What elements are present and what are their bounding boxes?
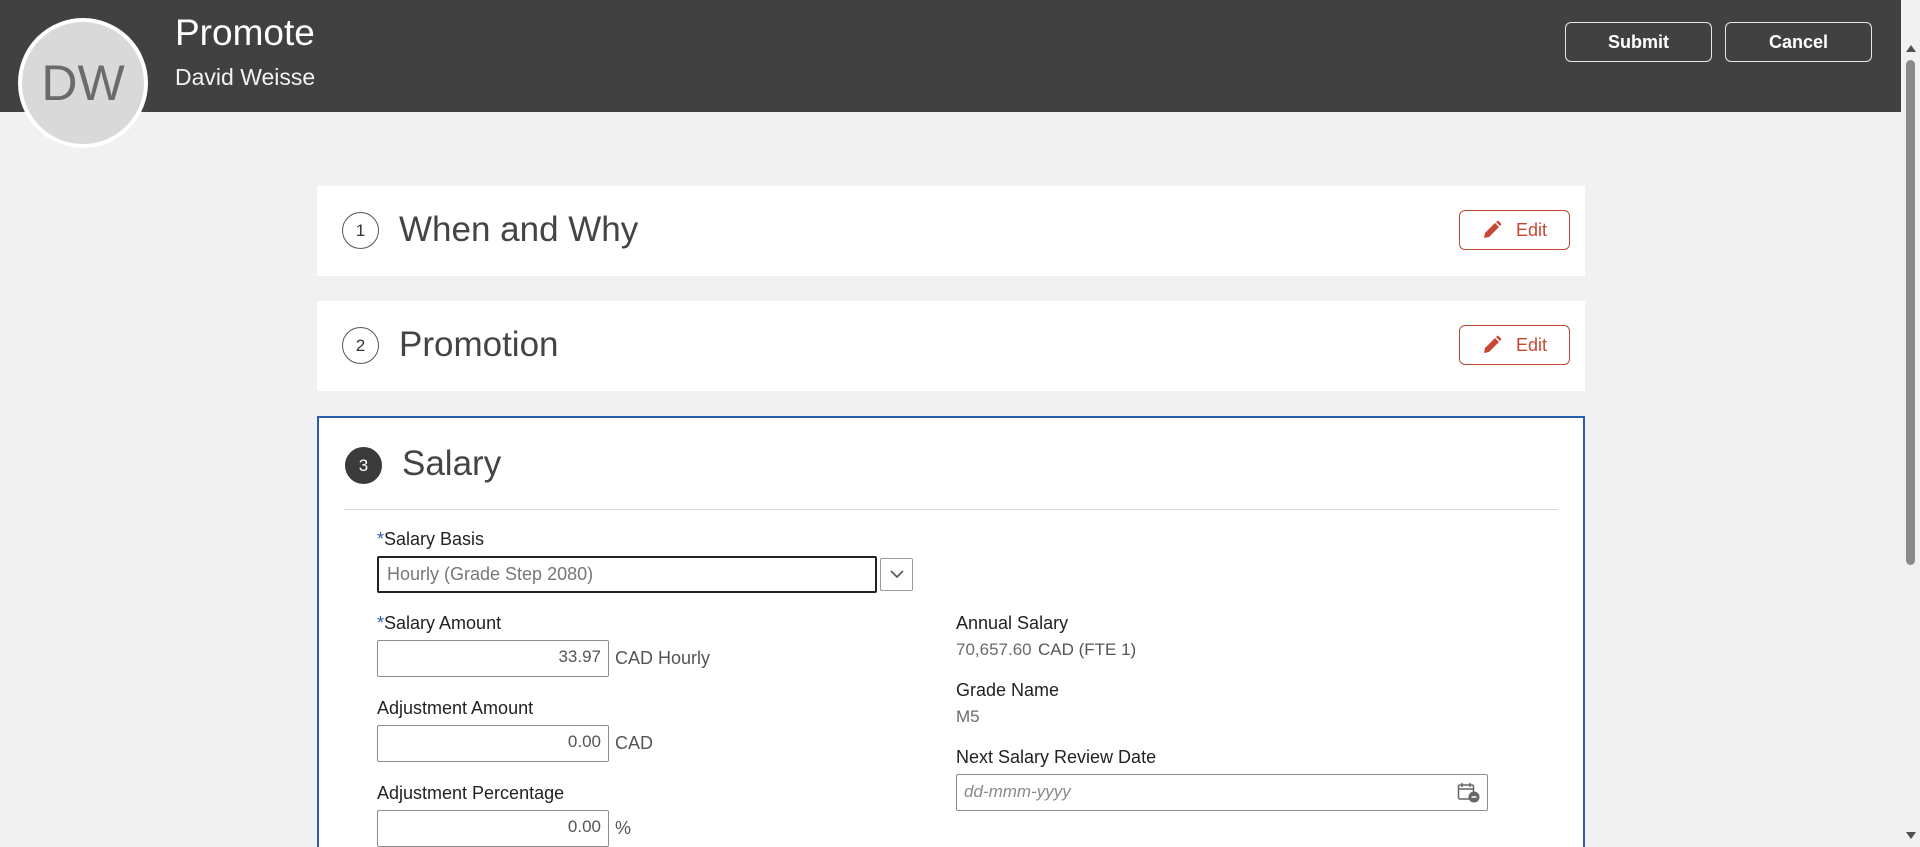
calendar-icon[interactable]	[1457, 782, 1481, 804]
adjustment-percentage-input[interactable]: 0.00	[377, 810, 609, 847]
grade-name-label: Grade Name	[956, 680, 1060, 700]
adjustment-amount-unit: CAD	[615, 733, 654, 753]
section-title: Promotion	[399, 325, 559, 364]
edit-promotion-button[interactable]: Edit	[1459, 325, 1570, 365]
salary-basis-dropdown-button[interactable]	[880, 558, 913, 591]
salary-amount-label: *Salary Amount	[377, 613, 502, 633]
section-promotion: 2 Promotion Edit	[317, 301, 1585, 391]
section-title: When and Why	[399, 210, 639, 249]
pencil-icon	[1483, 220, 1502, 238]
person-name: David Weisse	[175, 64, 316, 90]
edit-label: Edit	[1515, 219, 1548, 240]
page-header: Promote David Weisse Submit Cancel	[0, 0, 1901, 112]
scroll-up-arrow-icon[interactable]	[1906, 45, 1916, 52]
edit-label: Edit	[1515, 334, 1548, 355]
chevron-down-icon	[889, 570, 904, 579]
section-salary: 3 Salary *Salary Basis Hourly (Grade Ste…	[317, 416, 1585, 847]
step-number: 1	[342, 212, 379, 249]
salary-basis-input[interactable]: Hourly (Grade Step 2080)	[377, 556, 877, 593]
submit-button-label: Submit	[1608, 31, 1669, 52]
adjustment-amount-label: Adjustment Amount	[377, 698, 534, 718]
salary-basis-label: *Salary Basis	[377, 529, 485, 549]
grade-name-value: M5	[956, 707, 980, 726]
section-when-and-why: 1 When and Why Edit	[317, 186, 1585, 276]
salary-amount-input[interactable]: 33.97	[377, 640, 609, 677]
pencil-icon	[1483, 335, 1502, 353]
scroll-thumb[interactable]	[1906, 60, 1915, 565]
annual-salary-label: Annual Salary	[956, 613, 1069, 633]
salary-amount-unit: CAD Hourly	[615, 648, 711, 668]
edit-when-and-why-button[interactable]: Edit	[1459, 210, 1570, 250]
cancel-button[interactable]: Cancel	[1725, 22, 1872, 62]
vertical-scrollbar[interactable]	[1901, 0, 1920, 847]
adjustment-percentage-label: Adjustment Percentage	[377, 783, 565, 803]
section-title: Salary	[402, 444, 502, 483]
submit-button[interactable]: Submit	[1565, 22, 1712, 62]
adjustment-percentage-unit: %	[615, 818, 632, 838]
required-marker: *	[377, 613, 385, 633]
step-number: 2	[342, 327, 379, 364]
next-review-date-label: Next Salary Review Date	[956, 747, 1157, 767]
adjustment-amount-input[interactable]: 0.00	[377, 725, 609, 762]
scroll-down-arrow-icon[interactable]	[1906, 832, 1916, 839]
required-marker: *	[377, 529, 385, 549]
avatar: DW	[18, 18, 148, 148]
next-review-date-input[interactable]: dd-mmm-yyyy	[956, 774, 1488, 811]
annual-salary-unit: CAD (FTE 1)	[1038, 640, 1137, 659]
annual-salary-value: 70,657.60	[956, 640, 1032, 659]
step-number: 3	[345, 447, 382, 484]
cancel-button-label: Cancel	[1768, 31, 1829, 52]
page-title: Promote	[175, 12, 315, 53]
divider	[344, 509, 1558, 510]
